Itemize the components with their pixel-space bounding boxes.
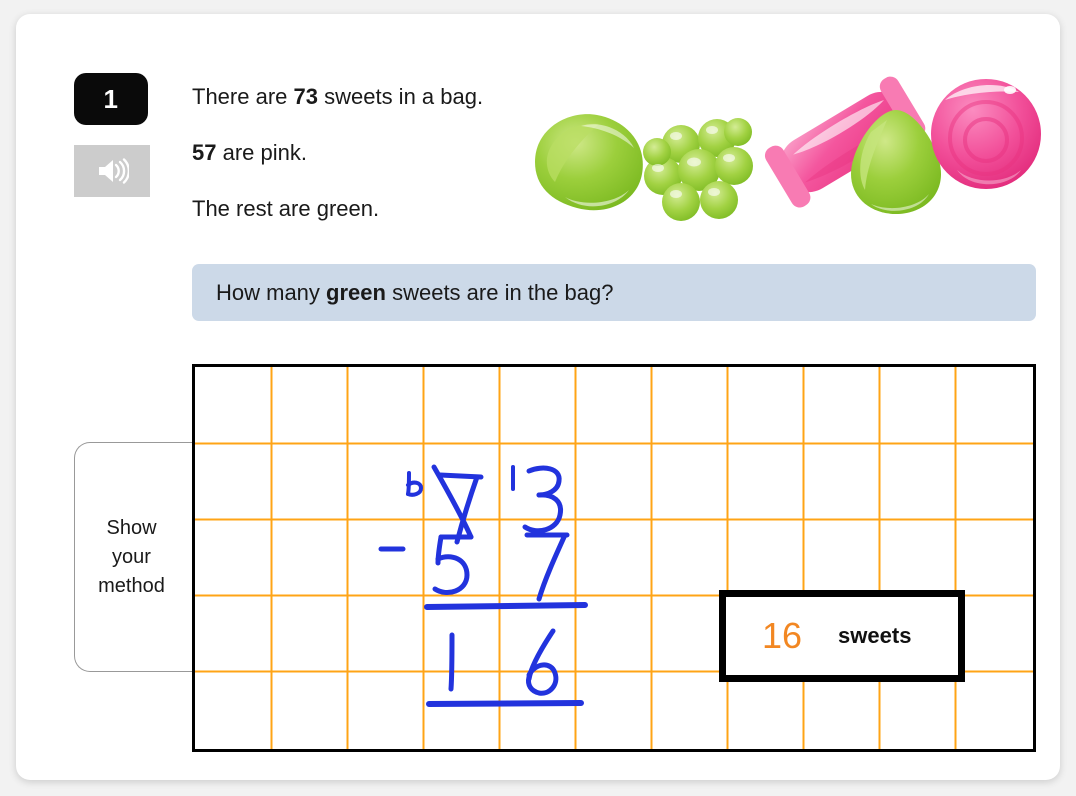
pink-ring-sweet [931,79,1041,189]
answer-box[interactable]: 16 sweets [719,590,965,682]
statement-3-text: The rest are green. [192,196,380,221]
working-grid[interactable] [192,364,1036,752]
speaker-icon [95,157,129,185]
green-teardrop-sweet [535,114,643,211]
answer-value: 16 [762,615,803,656]
statement-2-number: 57 [192,140,217,165]
method-label-line-2: your [112,545,151,568]
show-your-method-label: Show your method [98,514,177,601]
audio-play-button[interactable] [74,145,150,197]
question-prompt-bar: How many green sweets are in the bag? [192,264,1036,321]
statement-line-1: There are 73 sweets in a bag. [192,86,483,108]
question-number-badge: 1 [74,73,148,125]
method-label-line-3: method [98,574,165,597]
statement-2-suffix: are pink. [216,140,307,165]
statement-1-number: 73 [293,84,318,109]
sweets-illustration [521,66,1046,226]
question-prompt-text: How many green sweets are in the bag? [216,280,613,306]
statement-line-3: The rest are green. [192,198,379,220]
show-your-method-tab: Show your method [74,442,200,672]
grid-lines [195,367,1033,749]
question-card: 1 There are 73 sweets in a bag. 57 are p… [16,14,1060,780]
statement-1-suffix: sweets in a bag. [317,84,484,109]
method-label-line-1: Show [106,516,157,539]
statement-line-2: 57 are pink. [192,142,307,164]
answer-unit-label: sweets [838,623,912,648]
prompt-keyword: green [326,279,386,305]
question-page: 1 There are 73 sweets in a bag. 57 are p… [0,0,1076,796]
prompt-prefix: How many [216,279,327,305]
question-number-label: 1 [103,83,119,114]
statement-1-prefix: There are [192,84,294,109]
prompt-suffix: sweets are in the bag? [385,279,614,305]
